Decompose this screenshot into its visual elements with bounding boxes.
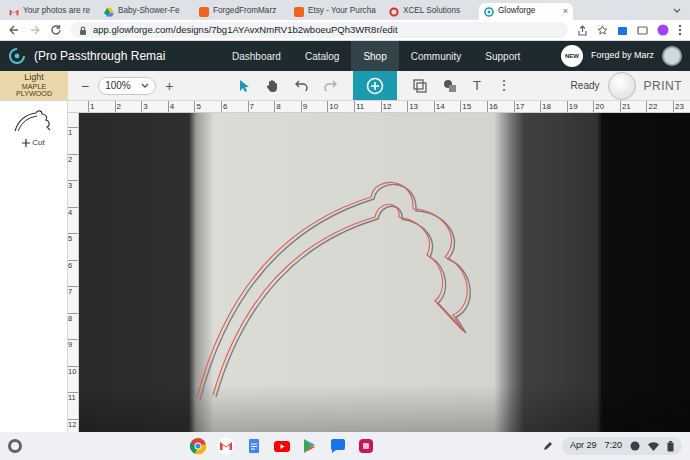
text-tool-button[interactable]: T (473, 76, 481, 96)
zoom-select[interactable]: 100% (98, 77, 156, 95)
tab-search-icon[interactable] (672, 5, 682, 15)
address-field[interactable]: app.glowforge.com/designs/7bg1AYAvxNmRV1… (71, 22, 568, 38)
new-badge[interactable]: NEW (561, 45, 583, 67)
zoom-out-button[interactable]: − (76, 79, 94, 93)
add-circle-icon (366, 77, 384, 95)
youtube-icon[interactable] (273, 437, 291, 455)
design-title[interactable]: (Pro Passthrough Remai (34, 47, 165, 65)
gmail-icon (9, 7, 19, 17)
chrome-icon[interactable] (189, 437, 207, 455)
wifi-icon (648, 441, 659, 451)
extension-icon[interactable] (617, 25, 628, 36)
xcel-icon (389, 7, 399, 17)
camera-view[interactable] (79, 113, 690, 432)
undo-icon[interactable] (295, 80, 308, 91)
browser-tab[interactable]: Your photos are re (4, 3, 98, 20)
etsy-icon (199, 7, 209, 17)
share-icon[interactable] (577, 25, 588, 36)
notification-icon (630, 441, 640, 451)
drive-icon (104, 7, 114, 17)
more-button[interactable]: ⋮ (497, 75, 511, 96)
redo-icon[interactable] (324, 80, 337, 91)
print-button-icon[interactable] (608, 72, 636, 100)
nav-item[interactable]: Community (399, 41, 474, 71)
cast-icon[interactable] (637, 25, 648, 36)
pen-icon[interactable] (542, 440, 554, 452)
docs-icon[interactable] (245, 437, 263, 455)
app-icon[interactable] (357, 437, 375, 455)
status-text: Ready (571, 78, 600, 93)
avatar-icon[interactable] (662, 46, 682, 66)
add-button[interactable] (353, 71, 397, 100)
nav-item[interactable]: Shop (351, 41, 398, 71)
browser-tab[interactable]: ForgedFromMarz (194, 3, 288, 20)
time: 7:20 (604, 439, 622, 453)
user-name[interactable]: Forged by Marz (591, 49, 654, 63)
material-selector[interactable]: LightMAPLE PLYWOOD (0, 71, 68, 100)
nav-item[interactable]: Dashboard (220, 41, 293, 71)
back-icon[interactable] (8, 24, 20, 36)
lock-icon (79, 26, 87, 35)
nav-item[interactable]: Catalog (293, 41, 351, 71)
hand-icon[interactable] (266, 79, 279, 93)
messages-icon[interactable] (329, 437, 347, 455)
launcher-icon[interactable] (8, 439, 22, 453)
shapes-icon[interactable] (443, 79, 457, 93)
close-tab-button[interactable]: × (563, 5, 568, 19)
browser-tab[interactable]: Baby-Shower-Fe (99, 3, 193, 20)
reload-icon[interactable] (50, 24, 62, 36)
battery-icon (667, 441, 674, 452)
print-button[interactable]: PRINT (644, 77, 683, 95)
menu-icon[interactable] (678, 24, 682, 36)
browser-tab[interactable]: XCEL Solutions (384, 3, 478, 20)
layer-item[interactable]: Cut (12, 109, 56, 149)
profile-icon[interactable] (657, 24, 669, 36)
nav-item[interactable]: Support (473, 41, 532, 71)
etsy-icon (294, 7, 304, 17)
design-thumbnail-icon (12, 109, 56, 133)
glowforge-icon (484, 7, 494, 17)
date: Apr 29 (570, 439, 597, 453)
zoom-in-button[interactable]: + (160, 79, 178, 93)
glowforge-logo-icon[interactable] (8, 47, 26, 65)
status-area[interactable]: Apr 29 7:20 (562, 437, 682, 455)
browser-tab[interactable]: Etsy - Your Purcha (289, 3, 383, 20)
move-icon (22, 139, 30, 147)
select-arrow-icon[interactable] (238, 79, 250, 93)
forward-icon[interactable] (29, 24, 41, 36)
bookmark-star-icon[interactable] (597, 25, 608, 36)
chevron-down-icon (141, 83, 149, 89)
trace-icon[interactable] (413, 79, 427, 93)
browser-tab[interactable]: Glowforge× (479, 3, 573, 20)
gmail-icon[interactable] (217, 437, 235, 455)
play-store-icon[interactable] (301, 437, 319, 455)
